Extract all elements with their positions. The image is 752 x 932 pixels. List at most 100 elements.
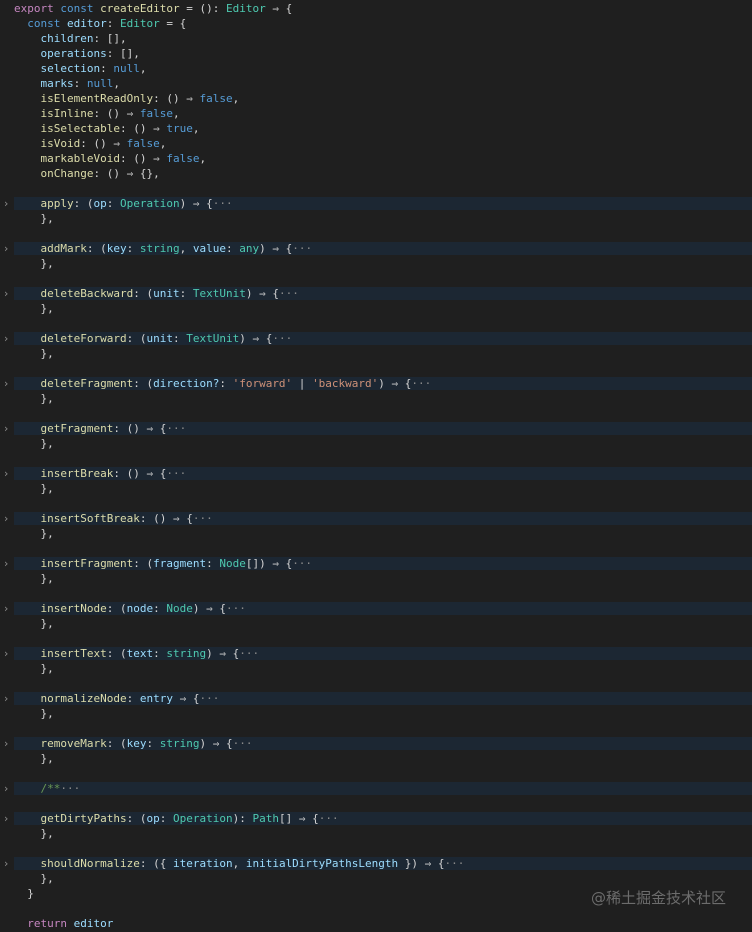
fold-ellipsis[interactable]: ··· [166, 467, 186, 480]
folded-code-line[interactable]: › getFragment: () ⇒ {··· [0, 421, 752, 436]
code-line[interactable]: const editor: Editor = { [0, 16, 752, 31]
code-token: : ( [106, 647, 127, 660]
code-line[interactable] [0, 226, 752, 241]
chevron-right-icon[interactable]: › [0, 811, 12, 826]
folded-code-line[interactable]: › normalizeNode: entry ⇒ {··· [0, 691, 752, 706]
fold-ellipsis[interactable]: ··· [411, 377, 431, 390]
code-line[interactable] [0, 796, 752, 811]
fold-ellipsis[interactable]: ··· [239, 647, 259, 660]
chevron-right-icon[interactable]: › [0, 376, 12, 391]
code-line[interactable]: marks: null, [0, 76, 752, 91]
chevron-right-icon[interactable]: › [0, 601, 12, 616]
code-line[interactable]: }, [0, 751, 752, 766]
fold-ellipsis[interactable]: ··· [292, 557, 312, 570]
code-line[interactable]: }, [0, 481, 752, 496]
folded-code-line[interactable]: › apply: (op: Operation) ⇒ {··· [0, 196, 752, 211]
code-line[interactable] [0, 361, 752, 376]
folded-code-line[interactable]: › deleteForward: (unit: TextUnit) ⇒ {··· [0, 331, 752, 346]
code-line[interactable] [0, 271, 752, 286]
chevron-right-icon[interactable]: › [0, 646, 12, 661]
code-token: }, [14, 392, 54, 405]
code-line[interactable] [0, 406, 752, 421]
chevron-right-icon[interactable]: › [0, 691, 12, 706]
folded-code-line[interactable]: › shouldNormalize: ({ iteration, initial… [0, 856, 752, 871]
code-line[interactable]: }, [0, 661, 752, 676]
code-line[interactable]: markableVoid: () ⇒ false, [0, 151, 752, 166]
fold-ellipsis[interactable]: ··· [272, 332, 292, 345]
folded-code-line[interactable]: › deleteBackward: (unit: TextUnit) ⇒ {··… [0, 286, 752, 301]
chevron-right-icon[interactable]: › [0, 856, 12, 871]
chevron-right-icon[interactable]: › [0, 556, 12, 571]
code-line[interactable]: }, [0, 706, 752, 721]
code-line[interactable]: selection: null, [0, 61, 752, 76]
folded-code-line[interactable]: › insertFragment: (fragment: Node[]) ⇒ {… [0, 556, 752, 571]
code-line[interactable]: onChange: () ⇒ {}, [0, 166, 752, 181]
code-line[interactable]: operations: [], [0, 46, 752, 61]
fold-ellipsis[interactable]: ··· [279, 287, 299, 300]
code-line[interactable] [0, 496, 752, 511]
chevron-right-icon[interactable]: › [0, 241, 12, 256]
code-line[interactable] [0, 841, 752, 856]
code-token: deleteForward [40, 332, 127, 345]
code-line[interactable] [0, 676, 752, 691]
chevron-right-icon[interactable]: › [0, 421, 12, 436]
code-line[interactable]: isVoid: () ⇒ false, [0, 136, 752, 151]
code-line[interactable]: isElementReadOnly: () ⇒ false, [0, 91, 752, 106]
chevron-right-icon[interactable]: › [0, 466, 12, 481]
code-token: value [192, 242, 226, 255]
code-line[interactable]: }, [0, 391, 752, 406]
folded-code-line[interactable]: › insertText: (text: string) ⇒ {··· [0, 646, 752, 661]
folded-code-line[interactable]: › getDirtyPaths: (op: Operation): Path[]… [0, 811, 752, 826]
folded-code-line[interactable]: › insertNode: (node: Node) ⇒ {··· [0, 601, 752, 616]
code-line[interactable]: }, [0, 301, 752, 316]
folded-code-line[interactable]: › insertBreak: () ⇒ {··· [0, 466, 752, 481]
code-editor[interactable]: export const createEditor = (): Editor ⇒… [0, 0, 752, 932]
code-line[interactable] [0, 316, 752, 331]
code-token: }, [14, 752, 54, 765]
chevron-right-icon[interactable]: › [0, 331, 12, 346]
code-line[interactable]: }, [0, 346, 752, 361]
folded-code-line[interactable]: › removeMark: (key: string) ⇒ {··· [0, 736, 752, 751]
code-line[interactable]: return editor [0, 916, 752, 931]
fold-ellipsis[interactable]: ··· [193, 512, 213, 525]
fold-ellipsis[interactable]: ··· [213, 197, 233, 210]
chevron-right-icon[interactable]: › [0, 781, 12, 796]
code-line[interactable] [0, 586, 752, 601]
fold-ellipsis[interactable]: ··· [60, 782, 80, 795]
chevron-right-icon[interactable]: › [0, 511, 12, 526]
chevron-right-icon[interactable]: › [0, 286, 12, 301]
folded-code-line[interactable]: › /**··· [0, 781, 752, 796]
code-line[interactable]: }, [0, 436, 752, 451]
code-line[interactable] [0, 541, 752, 556]
chevron-right-icon[interactable]: › [0, 736, 12, 751]
code-line[interactable]: }, [0, 826, 752, 841]
fold-ellipsis[interactable]: ··· [166, 422, 186, 435]
code-line[interactable]: }, [0, 616, 752, 631]
fold-ellipsis[interactable]: ··· [319, 812, 339, 825]
code-line[interactable]: isSelectable: () ⇒ true, [0, 121, 752, 136]
code-line[interactable] [0, 766, 752, 781]
fold-ellipsis[interactable]: ··· [445, 857, 465, 870]
code-line[interactable] [0, 721, 752, 736]
code-line[interactable]: }, [0, 211, 752, 226]
fold-ellipsis[interactable]: ··· [226, 602, 246, 615]
folded-code-line[interactable]: › insertSoftBreak: () ⇒ {··· [0, 511, 752, 526]
fold-ellipsis[interactable]: ··· [233, 737, 253, 750]
code-line[interactable]: export const createEditor = (): Editor ⇒… [0, 1, 752, 16]
folded-code-line[interactable]: › deleteFragment: (direction?: 'forward'… [0, 376, 752, 391]
code-line[interactable]: }, [0, 871, 752, 886]
code-line[interactable]: }, [0, 256, 752, 271]
code-line[interactable]: children: [], [0, 31, 752, 46]
code-line[interactable] [0, 631, 752, 646]
folded-code-line[interactable]: › addMark: (key: string, value: any) ⇒ {… [0, 241, 752, 256]
code-line[interactable] [0, 181, 752, 196]
fold-ellipsis[interactable]: ··· [292, 242, 312, 255]
fold-ellipsis[interactable]: ··· [199, 692, 219, 705]
chevron-right-icon[interactable]: › [0, 196, 12, 211]
code-line[interactable]: isInline: () ⇒ false, [0, 106, 752, 121]
code-line[interactable]: }, [0, 526, 752, 541]
code-line[interactable] [0, 451, 752, 466]
code-line[interactable]: }, [0, 571, 752, 586]
